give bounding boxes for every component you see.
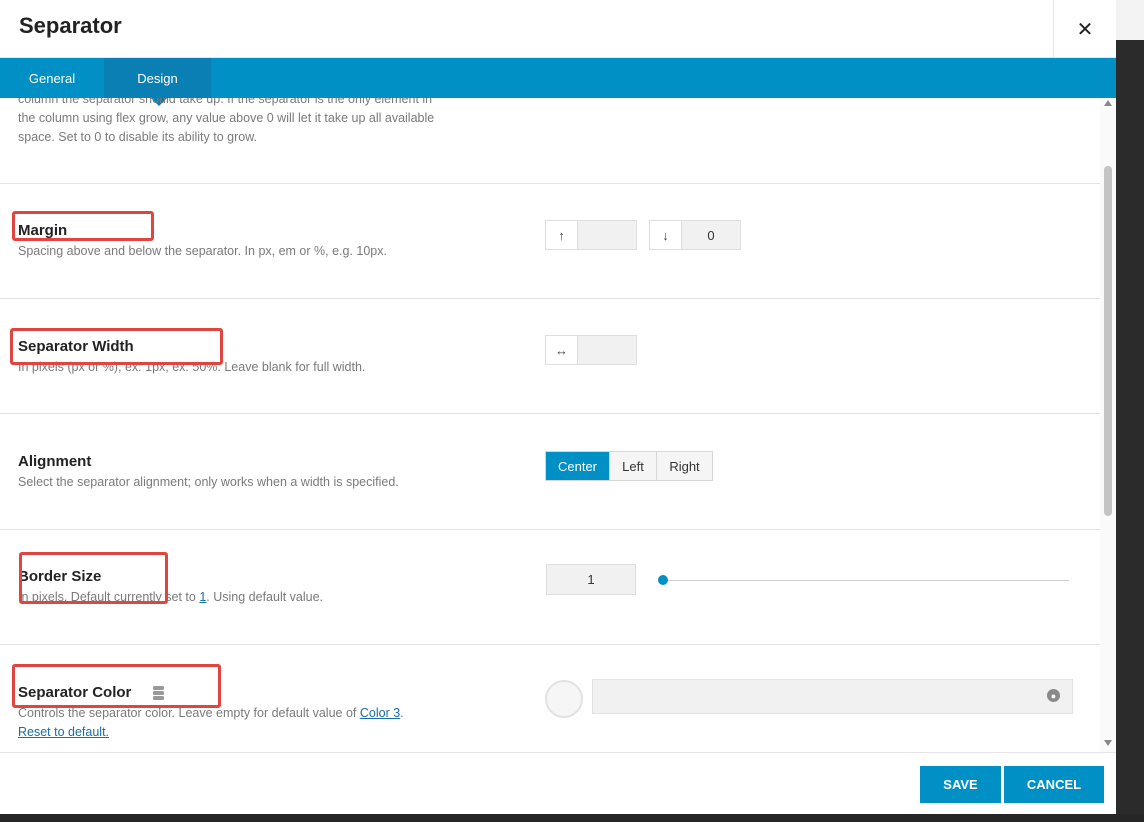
tab-design-label: Design bbox=[137, 70, 178, 86]
alignment-right-button[interactable]: Right bbox=[657, 452, 712, 480]
separator-color-input[interactable]: ● bbox=[592, 679, 1073, 714]
margin-description: Spacing above and below the separator. I… bbox=[18, 244, 387, 258]
save-button[interactable]: SAVE bbox=[920, 766, 1001, 803]
background-overlay-bottom bbox=[0, 814, 1144, 822]
reset-to-default-wrapper: Reset to default. bbox=[18, 723, 109, 742]
cancel-button[interactable]: CANCEL bbox=[1004, 766, 1104, 803]
scrollbar-thumb[interactable] bbox=[1104, 166, 1112, 516]
tab-design[interactable]: Design bbox=[104, 58, 211, 106]
modal-footer: SAVE CANCEL bbox=[0, 752, 1116, 814]
separator-color-desc-text: Controls the separator color. Leave empt… bbox=[18, 706, 360, 720]
arrow-down-icon: ↓ bbox=[650, 221, 682, 249]
separator-width-field[interactable]: ↔ bbox=[545, 335, 637, 365]
arrow-up-icon: ↑ bbox=[546, 221, 578, 249]
modal-title: Separator bbox=[19, 13, 122, 38]
scroll-up-icon[interactable] bbox=[1104, 100, 1112, 106]
content-scrollbar[interactable] bbox=[1100, 98, 1116, 752]
partial-description: column the separator should take up. If … bbox=[18, 98, 435, 144]
alignment-button-group: Center Left Right bbox=[545, 451, 713, 481]
alignment-label: Alignment bbox=[18, 453, 92, 470]
separator-modal: Separator ✕ General Design column the se… bbox=[0, 0, 1116, 814]
alignment-row: Alignment Select the separator alignment… bbox=[0, 414, 1100, 530]
horizontal-arrows-icon: ↔ bbox=[546, 336, 578, 364]
separator-width-row: Separator Width In pixels (px or %), ex:… bbox=[0, 299, 1100, 414]
border-size-slider-handle[interactable] bbox=[658, 575, 668, 585]
highlight-box bbox=[12, 211, 154, 241]
margin-bottom-input[interactable]: 0 bbox=[682, 221, 740, 249]
partial-setting-row: column the separator should take up. If … bbox=[0, 98, 1100, 184]
highlight-box bbox=[10, 328, 223, 365]
border-size-slider-track[interactable] bbox=[663, 580, 1069, 581]
border-size-input[interactable]: 1 bbox=[546, 564, 636, 595]
alignment-center-button[interactable]: Center bbox=[546, 452, 610, 480]
margin-top-field[interactable]: ↑ bbox=[545, 220, 637, 250]
modal-header: Separator ✕ bbox=[0, 0, 1116, 58]
separator-color-row: Separator Color Controls the separator c… bbox=[0, 645, 1100, 752]
border-size-desc-suffix: . Using default value. bbox=[206, 590, 324, 604]
separator-color-desc-suffix: . bbox=[400, 706, 404, 720]
reset-to-default-link[interactable]: Reset to default. bbox=[18, 725, 109, 739]
globe-icon[interactable]: ● bbox=[1047, 689, 1060, 702]
margin-bottom-field[interactable]: ↓ 0 bbox=[649, 220, 741, 250]
color-swatch[interactable] bbox=[545, 680, 583, 718]
background-overlay bbox=[1116, 0, 1144, 822]
alignment-description: Select the separator alignment; only wor… bbox=[18, 475, 399, 489]
settings-content: column the separator should take up. If … bbox=[0, 98, 1100, 752]
margin-row: Margin Spacing above and below the separ… bbox=[0, 184, 1100, 299]
separator-width-input[interactable] bbox=[578, 336, 636, 364]
close-icon[interactable]: ✕ bbox=[1053, 0, 1116, 58]
tab-bar: General Design bbox=[0, 58, 1116, 106]
margin-top-input[interactable] bbox=[578, 221, 636, 249]
color-3-link[interactable]: Color 3 bbox=[360, 706, 400, 720]
tab-general[interactable]: General bbox=[0, 58, 104, 98]
alignment-left-button[interactable]: Left bbox=[610, 452, 657, 480]
scroll-down-icon[interactable] bbox=[1104, 740, 1112, 746]
highlight-box bbox=[12, 664, 221, 708]
border-size-row: Border Size In pixels. Default currently… bbox=[0, 530, 1100, 645]
highlight-box bbox=[19, 552, 168, 604]
